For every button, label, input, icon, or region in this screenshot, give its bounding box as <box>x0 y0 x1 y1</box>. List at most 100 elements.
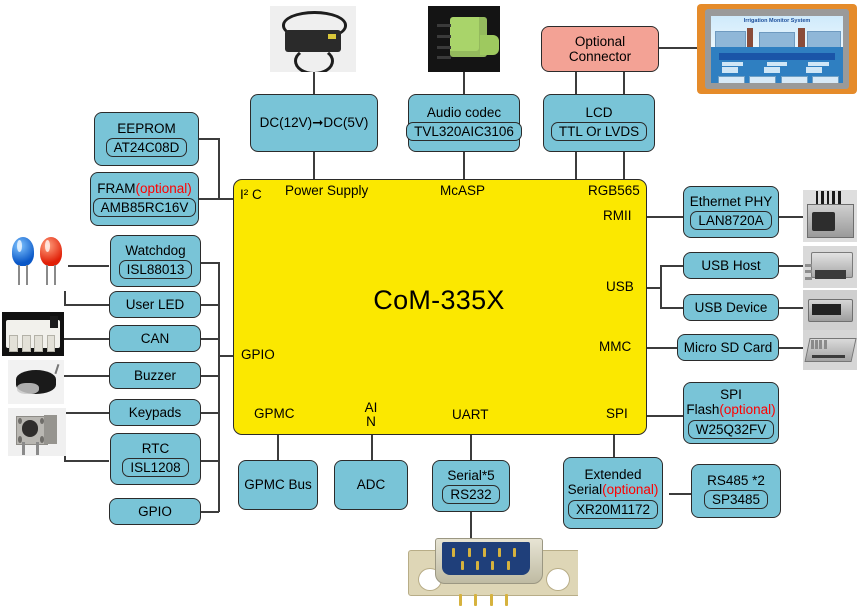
block-adc-title: ADC <box>356 477 386 493</box>
block-spi-flash[interactable]: SPI Flash(optional) W25Q32FV <box>683 382 779 444</box>
port-label-mmc: MMC <box>599 339 632 354</box>
block-watchdog-title: Watchdog <box>125 242 186 258</box>
tact-switch-photo <box>8 408 66 456</box>
hmi-button-1[interactable] <box>717 75 745 84</box>
port-label-rmii: RMII <box>603 208 632 223</box>
blue-red-led-photo <box>8 237 68 291</box>
mini-usb-connector-photo <box>803 290 857 330</box>
line-jack-to-audio <box>463 72 465 94</box>
port-label-uart: UART <box>452 407 489 422</box>
line-gpioblk-stub <box>201 511 219 513</box>
line-fram-stub <box>199 198 219 200</box>
line-cpu-to-extserial <box>613 432 615 457</box>
block-rtc[interactable]: RTC ISL1208 <box>110 433 201 485</box>
block-usb-host[interactable]: USB Host <box>683 252 779 279</box>
line-usb-split <box>660 265 662 307</box>
port-label-power-supply: Power Supply <box>285 183 369 198</box>
line-gpio-trunk <box>218 262 220 512</box>
line-buzzer-photo <box>64 375 109 377</box>
db9-solder-tail <box>489 593 493 606</box>
line-usb-dev <box>660 307 683 309</box>
line-lcd-to-cpu-a <box>575 152 577 179</box>
power-adapter-photo <box>270 6 356 72</box>
jack-barrel <box>479 35 499 55</box>
block-extended-serial-title-line1: Extended <box>584 467 642 483</box>
block-extended-serial-part: XR20M1172 <box>567 499 659 519</box>
block-audio-codec[interactable]: Audio codec TVL320AIC3106 <box>406 94 522 152</box>
micro-sd-slot <box>811 354 846 358</box>
cpu-label: CoM-335X <box>373 285 505 315</box>
db9-pin <box>460 561 464 571</box>
block-eeprom[interactable]: EEPROM AT24C08D <box>94 112 199 166</box>
line-eth-to-rj45 <box>779 216 803 218</box>
usb-a-connector-photo <box>803 246 857 288</box>
block-spi-flash-optional-tag: (optional) <box>719 402 776 418</box>
switch-leg-1 <box>21 441 25 456</box>
block-keypads-title: Keypads <box>128 404 182 420</box>
block-diagram-canvas: Irrigation Monitor System CoM-335X I² C … <box>0 0 862 616</box>
db9-pin <box>482 548 486 558</box>
line-msd-photo <box>779 347 803 349</box>
hmi-button-exit[interactable] <box>812 75 840 84</box>
block-keypads[interactable]: Keypads <box>109 399 201 426</box>
db9-pin <box>513 548 517 558</box>
line-can-stub <box>201 338 219 340</box>
block-serial5[interactable]: Serial*5 RS232 <box>432 460 510 512</box>
block-lcd[interactable]: LCD TTL Or LVDS <box>543 94 655 152</box>
line-buzzer-stub <box>201 375 219 377</box>
block-can-title: CAN <box>140 330 170 346</box>
jack-pin-2 <box>436 35 452 39</box>
block-extended-serial[interactable]: Extended Serial(optional) XR20M1172 <box>563 457 663 529</box>
hmi-button-3[interactable] <box>780 75 808 84</box>
micro-sd-contact <box>814 340 818 350</box>
line-led-to-userled-h2 <box>64 304 109 306</box>
line-psu-to-dcdc <box>313 72 315 94</box>
db9-solder-tail <box>474 593 478 606</box>
hmi-value-3 <box>805 66 822 74</box>
hmi-value-2 <box>763 66 780 74</box>
block-rs485[interactable]: RS485 *2 SP3485 <box>691 464 781 518</box>
red-led-leg-1 <box>46 264 48 285</box>
port-label-i2c: I² C <box>240 187 262 202</box>
block-fram[interactable]: FRAM(optional) AMB85RC16V <box>90 172 199 226</box>
audio-jack-photo <box>428 6 500 72</box>
block-user-led[interactable]: User LED <box>109 291 201 318</box>
line-eeprom-stub <box>199 138 219 140</box>
can-pin-1 <box>9 334 19 352</box>
line-cpu-to-gpmcbus <box>277 432 279 460</box>
block-adc[interactable]: ADC <box>334 460 408 510</box>
red-led <box>40 237 62 285</box>
rj45-pin <box>821 191 824 205</box>
line-cpu-to-usb <box>645 287 661 289</box>
db9-insulator <box>442 542 531 576</box>
line-cpu-to-adc <box>371 432 373 460</box>
rj45-pin <box>815 191 818 205</box>
micro-sd-contact <box>810 340 814 350</box>
block-micro-sd-card[interactable]: Micro SD Card <box>677 334 779 361</box>
rj45-pin <box>838 191 841 205</box>
block-serial5-title: Serial*5 <box>447 467 495 483</box>
block-usb-host-title: USB Host <box>701 257 761 273</box>
blue-led-dome <box>12 237 34 266</box>
block-buzzer-title: Buzzer <box>133 367 177 383</box>
block-dcdc[interactable]: DC(12V)➞DC(5V) <box>250 94 378 152</box>
block-watchdog[interactable]: Watchdog ISL88013 <box>110 235 201 287</box>
usb-a-leg-3 <box>805 277 812 281</box>
block-usb-device[interactable]: USB Device <box>683 294 779 321</box>
block-ethernet-phy[interactable]: Ethernet PHY LAN8720A <box>683 186 779 238</box>
line-cpu-to-serial5 <box>470 432 472 460</box>
block-can[interactable]: CAN <box>109 325 201 352</box>
block-buzzer[interactable]: Buzzer <box>109 362 201 389</box>
hmi-button-2[interactable] <box>749 75 777 84</box>
block-rs485-part: SP3485 <box>703 490 769 510</box>
block-rtc-part: ISL1208 <box>122 458 189 478</box>
block-optional-connector[interactable]: Optional Connector <box>541 26 659 72</box>
rj45-port-opening <box>811 211 836 231</box>
micro-sd-contact <box>819 340 823 350</box>
line-usbdev-photo <box>779 307 803 309</box>
block-user-led-title: User LED <box>125 296 185 312</box>
block-gpio[interactable]: GPIO <box>109 498 201 525</box>
line-extserial-to-rs485 <box>669 493 691 495</box>
block-fram-title: FRAM(optional) <box>97 180 192 196</box>
block-gpmc-bus[interactable]: GPMC Bus <box>238 460 318 510</box>
